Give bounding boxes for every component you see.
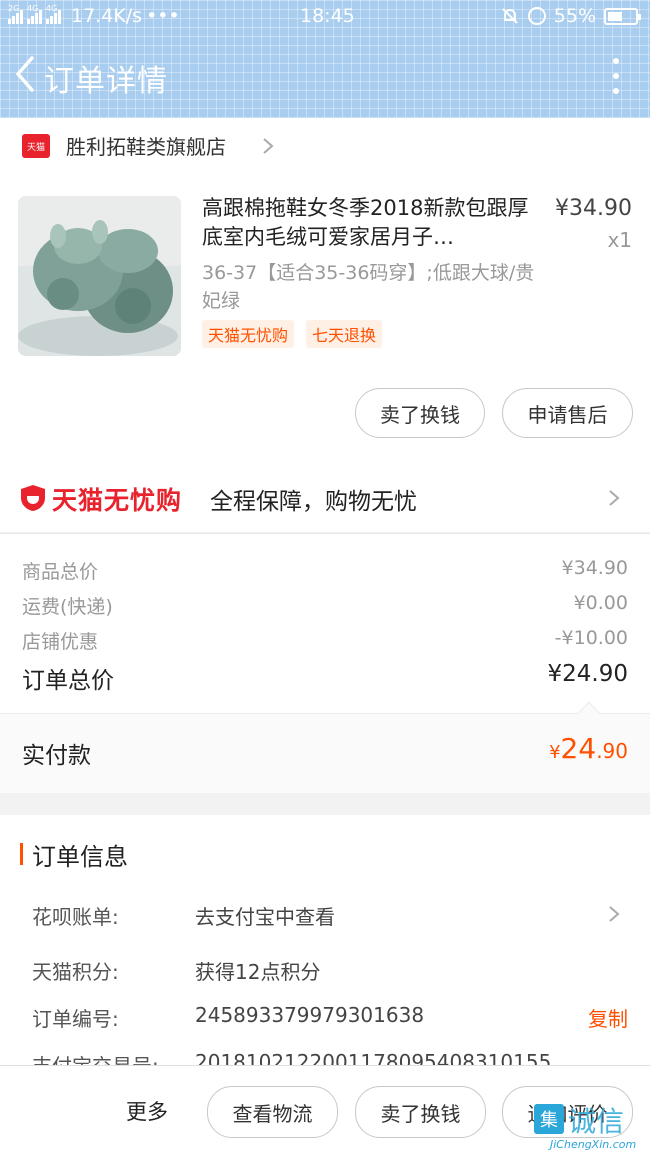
tag-worry-free: 天猫无忧购 — [202, 320, 295, 348]
chevron-right-icon — [609, 906, 620, 922]
shipping-value: ¥0.00 — [573, 592, 628, 614]
order-total-value: ¥24.90 — [547, 661, 628, 687]
guarantee-row[interactable]: 天猫无忧购 全程保障，购物无忧 — [0, 462, 650, 532]
order-info-title: 订单信息 — [32, 843, 128, 871]
paid-dec: .90 — [596, 739, 628, 763]
product-quantity: x1 — [607, 228, 632, 252]
alipay-txn-row: 支付宝交易号: 2018102122001178095408310155 — [32, 1050, 628, 1065]
product-price: ¥34.90 — [555, 196, 632, 221]
more-menu-icon[interactable] — [612, 58, 620, 94]
watermark-logo: 集 — [534, 1104, 564, 1134]
info-key: 支付宝交易号: — [32, 1050, 159, 1065]
order-number: 245893379979301638 — [195, 1003, 425, 1027]
battery-level — [608, 11, 622, 21]
goods-total-value: ¥34.90 — [561, 557, 628, 579]
order-total-row: 订单总价 ¥24.90 — [22, 661, 628, 695]
nav-bar: 订单详情 — [0, 40, 650, 110]
more-notifications: ••• — [146, 5, 180, 27]
status-right: 55% — [500, 5, 641, 27]
more-button[interactable]: 更多 — [126, 1096, 168, 1126]
discount-label: 店铺优惠 — [22, 631, 99, 653]
copy-button[interactable]: 复制 — [588, 1003, 628, 1032]
order-info: 订单信息 花呗账单: 去支付宝中查看 天猫积分: 获得12点积分 订单编号: 2… — [0, 815, 650, 1065]
paid-amount-row: 实付款 ¥24.90 — [0, 701, 650, 793]
order-total-label: 订单总价 — [22, 668, 114, 694]
goods-total-row: 商品总价 ¥34.90 — [22, 557, 628, 584]
shipping-label: 运费(快递) — [22, 596, 113, 618]
signal-icon: 2G — [8, 4, 23, 24]
price-summary: 商品总价 ¥34.90 运费(快递) ¥0.00 店铺优惠 -¥10.00 订单… — [0, 533, 650, 713]
info-key: 天猫积分: — [32, 960, 119, 984]
product-tags: 天猫无忧购 七天退换 — [202, 320, 383, 348]
alipay-txn-number: 2018102122001178095408310155 — [195, 1050, 552, 1065]
tmall-logo-icon: 天猫 — [22, 134, 50, 158]
chevron-right-icon — [609, 490, 620, 506]
product-sku: 36-37【适合35-36码穿】;低跟大球/贵妃绿 — [202, 262, 535, 312]
guarantee-brand: 天猫无忧购 — [52, 486, 183, 515]
after-sale-button[interactable]: 申请售后 — [502, 388, 633, 438]
status-left: 2G 4G 4G 17.4K/s ••• — [8, 4, 180, 27]
alarm-icon — [527, 7, 546, 25]
paid-label: 实付款 — [22, 743, 91, 769]
info-value: 获得12点积分 — [195, 960, 321, 984]
chevron-right-icon — [263, 138, 274, 154]
battery-percent: 55% — [553, 5, 596, 27]
header: 2G 4G 4G 17.4K/s ••• 18:45 55% 订单详情 — [0, 0, 650, 118]
page-title: 订单详情 — [44, 64, 168, 99]
paid-int: 24 — [560, 732, 597, 765]
clock: 18:45 — [300, 5, 355, 27]
info-key: 花呗账单: — [32, 905, 119, 929]
product-title[interactable]: 高跟棉拖鞋女冬季2018新款包跟厚底室内毛绒可爱家居月子… — [202, 194, 532, 252]
watermark-text: 诚信 — [568, 1105, 625, 1138]
bell-off-icon — [502, 8, 518, 24]
shop-name[interactable]: 胜利拓鞋类旗舰店 — [66, 131, 226, 160]
shop-row[interactable]: 天猫 胜利拓鞋类旗舰店 — [0, 118, 650, 174]
signal-icon: 4G — [46, 4, 61, 24]
guarantee-text: 全程保障，购物无忧 — [210, 489, 417, 515]
order-number-row: 订单编号: 245893379979301638 复制 — [32, 1003, 628, 1033]
sell-exchange-button[interactable]: 卖了换钱 — [355, 1086, 486, 1138]
watermark: 集 诚信 JiChengXin.com — [530, 1098, 648, 1152]
discount-row: 店铺优惠 -¥10.00 — [22, 627, 628, 654]
shipping-row: 运费(快递) ¥0.00 — [22, 592, 628, 619]
battery-icon — [604, 7, 641, 25]
info-value[interactable]: 去支付宝中查看 — [195, 901, 335, 930]
huabei-row[interactable]: 花呗账单: 去支付宝中查看 — [32, 901, 628, 931]
paid-amount: ¥24.90 — [549, 732, 628, 765]
view-logistics-button[interactable]: 查看物流 — [207, 1086, 338, 1138]
sell-exchange-button[interactable]: 卖了换钱 — [355, 388, 485, 438]
paid-currency: ¥ — [549, 742, 561, 763]
network-speed: 17.4K/s — [71, 5, 143, 27]
watermark-url: JiChengXin.com — [550, 1138, 637, 1151]
order-item-card: 天猫 胜利拓鞋类旗舰店 高跟棉拖鞋女冬季2018新款包跟厚底室内毛绒可爱家居月子… — [0, 118, 650, 532]
product-image[interactable] — [18, 196, 181, 356]
signal-icon: 4G — [27, 4, 42, 24]
tag-seven-day-return: 七天退换 — [306, 320, 383, 348]
goods-total-label: 商品总价 — [22, 561, 99, 583]
status-bar: 2G 4G 4G 17.4K/s ••• 18:45 55% — [0, 0, 650, 34]
shield-icon — [21, 485, 45, 511]
info-key: 订单编号: — [32, 1007, 119, 1031]
section-accent-bar — [20, 843, 23, 865]
back-arrow-icon[interactable] — [10, 54, 40, 94]
discount-value: -¥10.00 — [554, 627, 628, 649]
points-row: 天猫积分: 获得12点积分 — [32, 956, 628, 986]
